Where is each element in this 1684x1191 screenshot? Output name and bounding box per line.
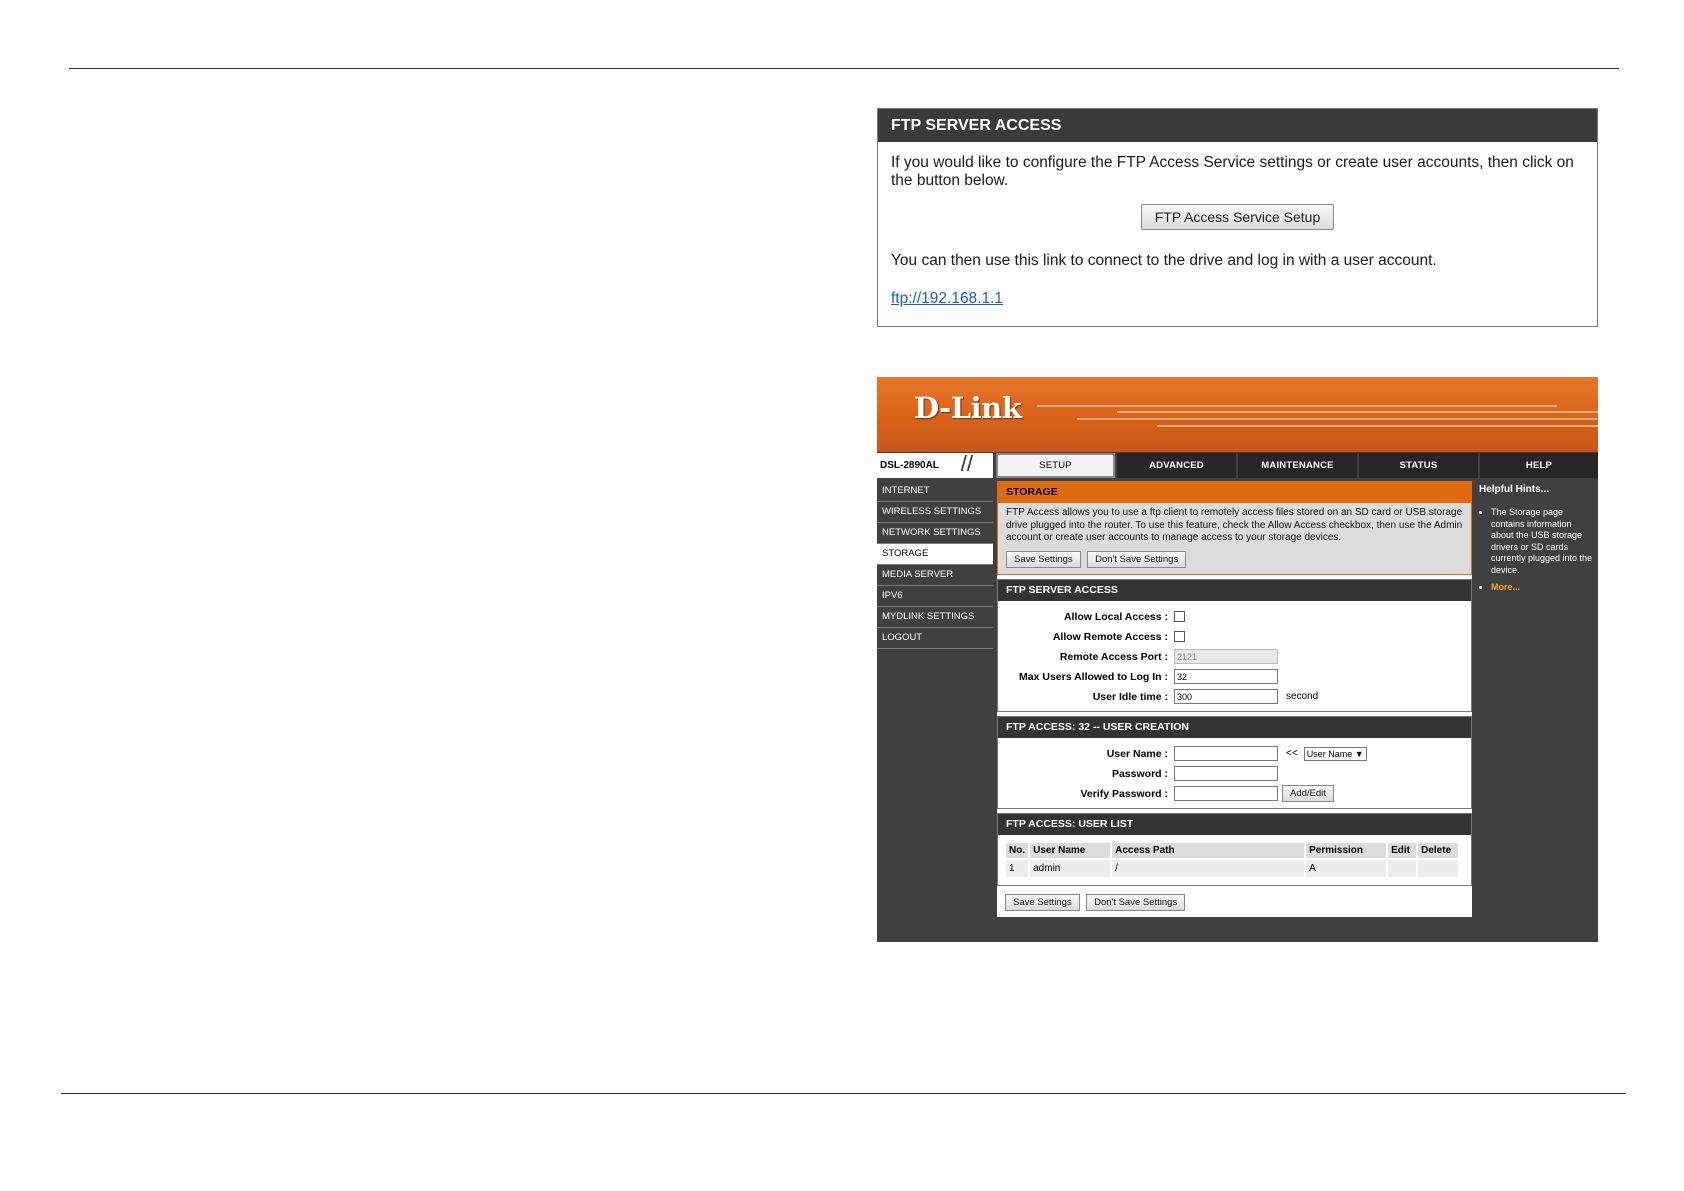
ftp-access-setup-button[interactable]: FTP Access Service Setup [1140,204,1335,230]
password-input[interactable] [1174,766,1278,781]
sidebar-item-logout[interactable]: LOGOUT [877,628,993,649]
sidebar-item-media-server[interactable]: MEDIA SERVER [877,565,993,586]
user-list-section: FTP ACCESS: USER LIST No. User Name Acce… [997,812,1472,886]
tab-help[interactable]: HELP [1480,453,1598,478]
ftp-server-access-section: FTP SERVER ACCESS Allow Local Access : A… [997,578,1472,712]
idle-unit: second [1286,691,1319,702]
remote-port-label: Remote Access Port : [1059,650,1168,663]
more-link[interactable]: More... [1491,582,1520,592]
router-screenshot: D-Link DSL-2890AL// SETUP ADVANCED MAINT… [877,377,1598,942]
sidebar-item-ipv6[interactable]: IPV6 [877,586,993,607]
helpful-hints: Helpful Hints... The Storage page contai… [1476,481,1598,942]
section-title: FTP SERVER ACCESS [998,579,1471,601]
max-users-input[interactable] [1174,669,1278,684]
max-users-label: Max Users Allowed to Log In : [1019,670,1168,683]
ftp-link[interactable]: ftp://192.168.1.1 [891,290,1003,308]
delete-cell[interactable] [1418,859,1459,877]
tab-status[interactable]: STATUS [1359,453,1478,478]
dont-save-settings-button[interactable]: Don't Save Settings [1087,550,1187,568]
intro-text: If you would like to configure the FTP A… [891,154,1574,189]
tab-maintenance[interactable]: MAINTENANCE [1238,453,1357,478]
edit-cell[interactable] [1388,859,1417,877]
footer-rule [61,1093,1626,1094]
dlink-logo: D-Link [914,391,1022,425]
panel-title: FTP SERVER ACCESS [878,109,1597,142]
allow-local-label: Allow Local Access : [1063,610,1168,623]
sidebar-item-network-settings[interactable]: NETWORK SETTINGS [877,523,993,544]
arrow-text: << [1286,748,1298,759]
col-access-path: Access Path [1112,842,1305,858]
help-hint: The Storage page contains information ab… [1491,507,1595,576]
header-rule [69,68,1619,69]
user-list-table: No. User Name Access Path Permission Edi… [1004,841,1460,879]
allow-remote-checkbox[interactable] [1174,631,1185,642]
col-permission: Permission [1306,842,1387,858]
chevron-down-icon: ▼ [1354,748,1364,759]
bottom-dont-save-settings-button[interactable]: Don't Save Settings [1086,893,1186,911]
user-creation-section: FTP ACCESS: 32 -- USER CREATION User Nam… [997,715,1472,809]
remote-port-input[interactable] [1174,649,1278,664]
idle-time-label: User Idle time : [1092,690,1168,703]
help-title: Helpful Hints... [1479,484,1549,495]
model-label: DSL-2890AL// [877,451,993,478]
section-title: FTP ACCESS: USER LIST [998,813,1471,835]
dlink-banner: D-Link [877,377,1598,452]
tab-setup[interactable]: SETUP [996,453,1115,478]
username-label: User Name : [1106,747,1168,760]
add-edit-button[interactable]: Add/Edit [1282,785,1334,802]
storage-title: STORAGE [998,482,1471,503]
col-edit: Edit [1388,842,1417,858]
verify-password-input[interactable] [1174,786,1278,801]
tab-advanced[interactable]: ADVANCED [1117,453,1236,478]
allow-local-checkbox[interactable] [1174,611,1185,622]
col-user-name: User Name [1030,842,1111,858]
sidebar-item-mydlink-settings[interactable]: MYDLINK SETTINGS [877,607,993,628]
idle-time-input[interactable] [1174,689,1278,704]
main-content: STORAGE FTP Access allows you to use a f… [997,481,1472,917]
top-nav: DSL-2890AL// SETUP ADVANCED MAINTENANCE … [877,451,1598,479]
sidebar-item-wireless-settings[interactable]: WIRELESS SETTINGS [877,502,993,523]
password-label: Password : [1111,767,1168,780]
storage-section: STORAGE FTP Access allows you to use a f… [997,481,1472,575]
storage-description: FTP Access allows you to use a ftp clien… [1006,507,1463,543]
section-title: FTP ACCESS: 32 -- USER CREATION [998,716,1471,738]
link-instructions: You can then use this link to connect to… [891,252,1437,269]
username-input[interactable] [1174,746,1278,761]
ftp-server-access-panel: FTP SERVER ACCESS If you would like to c… [877,108,1598,327]
allow-remote-label: Allow Remote Access : [1052,630,1168,643]
save-settings-button[interactable]: Save Settings [1006,550,1081,568]
col-no: No. [1006,842,1029,858]
bottom-save-settings-button[interactable]: Save Settings [1005,893,1080,911]
verify-password-label: Verify Password : [1080,787,1168,800]
col-delete: Delete [1418,842,1459,858]
sidebar-item-storage[interactable]: STORAGE [877,544,993,565]
sidebar: INTERNET WIRELESS SETTINGS NETWORK SETTI… [877,481,993,649]
table-row: 1 admin / A [1006,859,1459,877]
sidebar-item-internet[interactable]: INTERNET [877,481,993,502]
username-select[interactable]: User Name ▼ [1303,746,1367,761]
